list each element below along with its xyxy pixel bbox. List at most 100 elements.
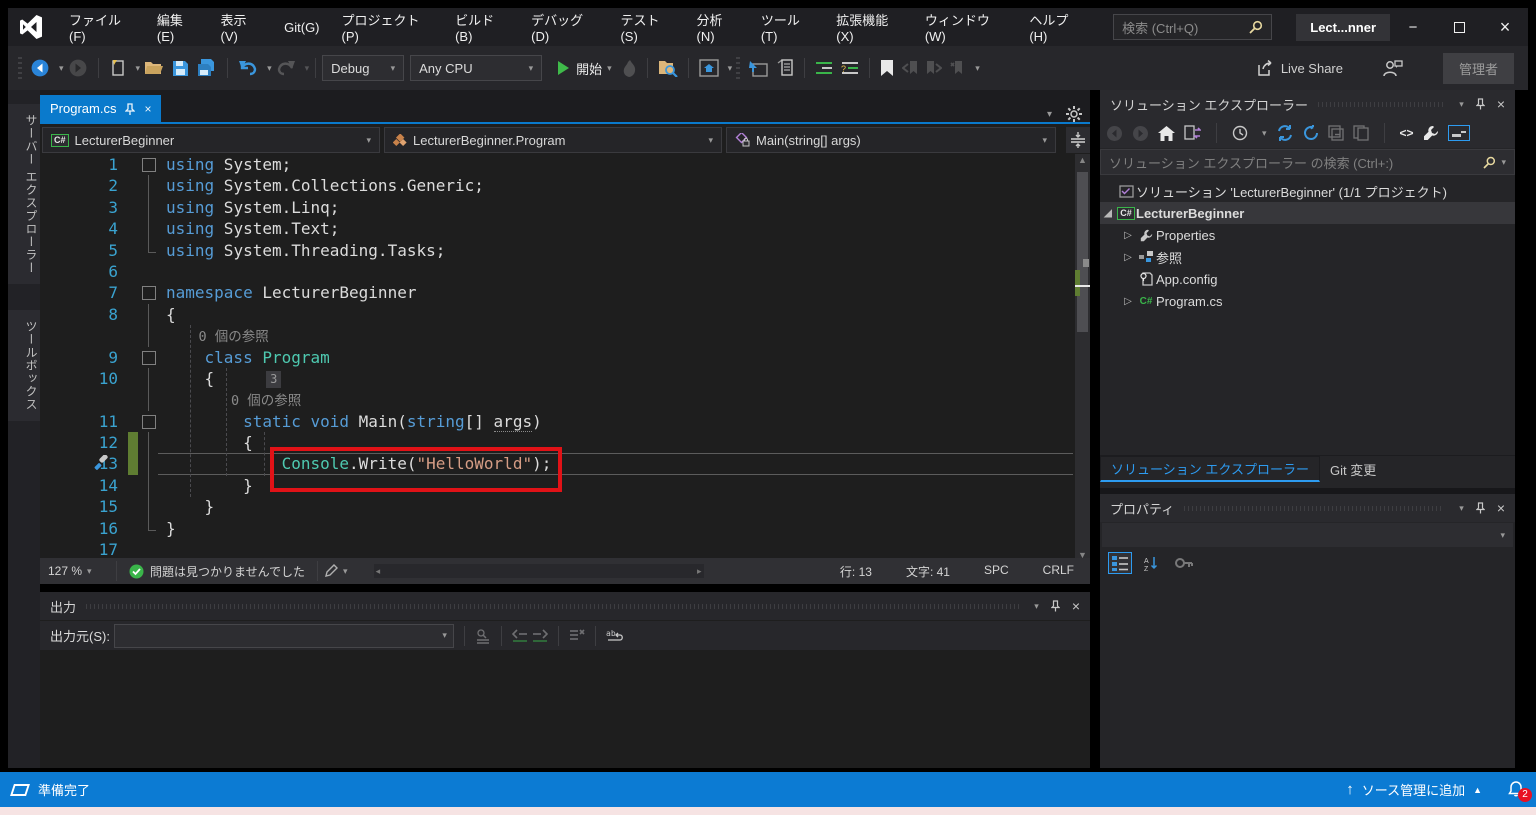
- filter-dropdown[interactable]: ▾: [1262, 128, 1267, 139]
- quick-actions-screwdriver-icon[interactable]: [94, 455, 110, 471]
- save-all-button[interactable]: [194, 55, 220, 81]
- code-line[interactable]: 8{: [40, 303, 1075, 326]
- tree-item-solution[interactable]: ソリューション 'LecturerBeginner' (1/1 プロジェクト): [1100, 180, 1515, 202]
- zoom-level-combo[interactable]: 127 % ▾: [40, 564, 110, 578]
- collapse-box[interactable]: −: [138, 347, 160, 368]
- decrease-indent-button[interactable]: [812, 55, 836, 81]
- scroll-right-icon[interactable]: ▸: [697, 564, 702, 578]
- find-in-files-button[interactable]: [655, 55, 681, 81]
- collapse-box[interactable]: −: [138, 154, 160, 175]
- line-ending-indicator[interactable]: CRLF: [1043, 563, 1074, 580]
- code-cleanup-dropdown[interactable]: ▾: [343, 566, 348, 577]
- toolbox-tab[interactable]: ツールボックス: [8, 310, 40, 422]
- code-line[interactable]: 17: [40, 539, 1075, 561]
- solution-explorer-search-box[interactable]: ソリューション エクスプローラー の検索 (Ctrl+:) ▾: [1100, 149, 1515, 175]
- quick-search-box[interactable]: 検索 (Ctrl+Q): [1113, 14, 1273, 40]
- solution-explorer-title-bar[interactable]: ソリューション エクスプローラー ▾ ×: [1100, 90, 1515, 118]
- menu-view[interactable]: 表示(V): [210, 8, 274, 46]
- code-line[interactable]: 11− static void Main(string[] args): [40, 410, 1075, 433]
- editor-vertical-scrollbar[interactable]: ▲ ▼: [1075, 154, 1090, 562]
- code-line[interactable]: 1− using System;: [40, 154, 1075, 176]
- scrollbar-thumb[interactable]: [1077, 172, 1088, 332]
- menu-tools[interactable]: ツール(T): [750, 8, 825, 46]
- output-content[interactable]: [40, 651, 1090, 768]
- save-button[interactable]: [169, 55, 192, 81]
- tab-close-icon[interactable]: ×: [144, 102, 151, 116]
- previous-bookmark-button[interactable]: [899, 55, 921, 81]
- undo-dropdown[interactable]: ▾: [267, 63, 272, 74]
- new-project-button[interactable]: [106, 55, 130, 81]
- code-editor[interactable]: 1− using System; 2 using System.Collections…: [40, 154, 1075, 562]
- properties-pages-icon[interactable]: [1352, 125, 1369, 141]
- redo-button[interactable]: [273, 55, 299, 81]
- search-options-dropdown[interactable]: ▾: [1501, 157, 1506, 168]
- tree-item-properties[interactable]: ▷ Properties: [1100, 224, 1515, 246]
- menu-window[interactable]: ウィンドウ(W): [914, 8, 1019, 46]
- collapse-box[interactable]: −: [138, 411, 160, 432]
- server-explorer-tab[interactable]: サーバー エクスプローラー: [8, 104, 40, 285]
- code-line[interactable]: 6: [40, 260, 1075, 283]
- tree-item-references[interactable]: ▷ 参照: [1100, 246, 1515, 268]
- code-line[interactable]: 2 using System.Collections.Generic;: [40, 175, 1075, 198]
- solution-explorer-menu-dropdown[interactable]: ▾: [1459, 99, 1464, 110]
- collapsed-arrow-icon[interactable]: ▷: [1120, 296, 1136, 307]
- clear-all-icon[interactable]: [569, 628, 585, 643]
- tree-item-program-cs[interactable]: ▷ C# Program.cs: [1100, 290, 1515, 312]
- home-icon[interactable]: [1158, 125, 1175, 141]
- cursor-line-indicator[interactable]: 行: 13: [840, 563, 872, 580]
- add-to-source-control-button[interactable]: ↑ ソース管理に追加 ▲: [1346, 780, 1482, 799]
- alphabetical-view-button[interactable]: AZ: [1140, 552, 1164, 574]
- code-line[interactable]: 9− class Program: [40, 346, 1075, 368]
- output-title-bar[interactable]: 出力 ▾ ×: [40, 592, 1090, 620]
- close-icon[interactable]: ×: [1497, 500, 1505, 516]
- navigate-back-button[interactable]: [27, 55, 53, 81]
- close-icon[interactable]: ×: [1072, 598, 1080, 614]
- nav-project-combo[interactable]: C# LecturerBeginner ▾: [42, 127, 380, 153]
- properties-menu-dropdown[interactable]: ▾: [1459, 503, 1464, 514]
- output-source-combo[interactable]: ▾: [113, 623, 454, 648]
- menu-build[interactable]: ビルド(B): [444, 8, 520, 46]
- solution-config-combo[interactable]: Debug ▾: [322, 55, 405, 81]
- menu-edit[interactable]: 編集(E): [146, 8, 210, 46]
- back-icon[interactable]: [1106, 125, 1123, 142]
- feedback-person-icon[interactable]: [1383, 59, 1403, 77]
- find-message-icon[interactable]: [475, 628, 491, 644]
- menu-debug[interactable]: デバッグ(D): [520, 8, 609, 46]
- collapse-box[interactable]: −: [138, 282, 160, 303]
- spaces-indicator[interactable]: SPC: [984, 563, 1009, 580]
- code-line[interactable]: 13 Console.Write("HelloWorld");: [40, 447, 1075, 493]
- scroll-up-icon[interactable]: ▲: [1075, 154, 1090, 167]
- background-tasks-icon[interactable]: [10, 783, 30, 796]
- refresh-icon[interactable]: [1303, 125, 1319, 141]
- tab-program-cs[interactable]: Program.cs ×: [40, 95, 162, 122]
- start-debug-button[interactable]: 開始 ▾: [552, 55, 618, 81]
- view-code-icon[interactable]: <>: [1400, 126, 1414, 140]
- menu-analyze[interactable]: 分析(N): [686, 8, 750, 46]
- close-icon[interactable]: ×: [1497, 96, 1505, 112]
- notifications-bell-button[interactable]: 2: [1508, 781, 1532, 802]
- select-window-button[interactable]: [745, 55, 771, 81]
- code-line[interactable]: 7− namespace LecturerBeginner: [40, 282, 1075, 304]
- maximize-button[interactable]: [1436, 8, 1482, 46]
- undo-button[interactable]: [235, 55, 261, 81]
- collapsed-arrow-icon[interactable]: ▷: [1120, 252, 1136, 263]
- property-pages-key-icon[interactable]: [1172, 552, 1196, 574]
- document-list-dropdown[interactable]: ▾: [1047, 109, 1052, 120]
- split-editor-button[interactable]: [1066, 127, 1090, 153]
- nav-type-combo[interactable]: LecturerBeginner.Program ▾: [384, 127, 722, 153]
- tab-solution-explorer[interactable]: ソリューション エクスプローラー: [1100, 456, 1320, 482]
- toolbar-grip[interactable]: [18, 57, 22, 79]
- menu-extensions[interactable]: 拡張機能(X): [825, 8, 914, 46]
- show-all-files-button[interactable]: [1447, 125, 1470, 141]
- toolbar-overflow-dropdown[interactable]: ▾: [975, 63, 980, 74]
- menu-file[interactable]: ファイル(F): [58, 8, 146, 46]
- code-line[interactable]: 5 using System.Threading.Tasks;: [40, 239, 1075, 261]
- gear-icon[interactable]: [1066, 106, 1082, 122]
- health-indicator[interactable]: 問題は見つかりませんでした: [123, 563, 311, 580]
- properties-title-bar[interactable]: プロパティ ▾ ×: [1100, 494, 1515, 522]
- menu-help[interactable]: ヘルプ(H): [1018, 8, 1095, 46]
- goto-next-message-icon[interactable]: [532, 628, 548, 643]
- code-line[interactable]: 3 using System.Linq;: [40, 196, 1075, 219]
- next-bookmark-button[interactable]: [923, 55, 945, 81]
- cursor-column-indicator[interactable]: 文字: 41: [906, 563, 950, 580]
